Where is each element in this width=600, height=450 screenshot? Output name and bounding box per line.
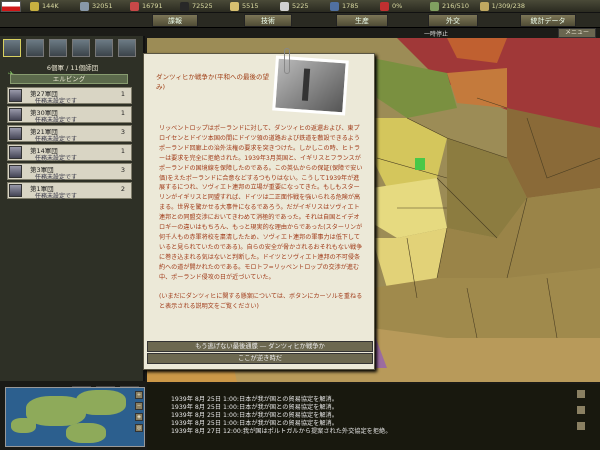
scroll-up-icon[interactable]: [577, 390, 585, 398]
resource-8: 216/510: [430, 1, 475, 11]
tab-statistics[interactable]: 統計データ: [520, 14, 576, 27]
unit-status: 任務未設定です: [35, 98, 78, 105]
unit-row[interactable]: 第14軍団 任務未設定です 1: [7, 144, 132, 162]
resource-7: 0%: [380, 1, 425, 11]
log-entry: 1939年 8月 25日 1:00:日本が我が国との貿易協定を解消。: [171, 396, 338, 403]
resource-4: 5515: [230, 1, 275, 11]
message-log: 1939年 8月 25日 1:00:日本が我が国との貿易協定を解消。 1939年 …: [147, 384, 600, 450]
unit-status: 任務未設定です: [35, 193, 78, 200]
resource-value: 16791: [142, 2, 163, 10]
goto-location-button[interactable]: ここが逆き時だ: [147, 353, 373, 364]
unit-division-count: 2: [120, 185, 125, 193]
metal-icon: [80, 1, 89, 11]
event-option-button[interactable]: もう逃げない最後通牒 ― ダンツィヒか戦争か: [147, 341, 373, 352]
resource-value: 72525: [192, 2, 213, 10]
scroll-track[interactable]: [577, 406, 585, 414]
unit-portrait-icon: [9, 108, 22, 121]
money-icon: [280, 1, 289, 11]
unit-status: 任務未設定です: [35, 174, 78, 181]
unit-status: 任務未設定です: [35, 155, 78, 162]
log-entry: 1939年 8月 25日 1:00:日本が我が国との貿易協定を解消。: [171, 404, 338, 411]
transport-icon: [330, 1, 339, 11]
ship-icon[interactable]: [95, 39, 113, 57]
unit-portrait-icon: [9, 89, 22, 102]
paper-clip-icon: [284, 48, 290, 74]
log-entry: 1939年 8月 25日 1:00:日本が我が国との貿易協定を解消。: [171, 412, 338, 419]
tab-intelligence[interactable]: 諜報: [152, 14, 198, 27]
unit-division-count: 1: [120, 109, 125, 117]
zoom-out-icon[interactable]: −: [135, 402, 143, 410]
unit-row[interactable]: 第1軍団 任務未設定です 2: [7, 182, 132, 200]
minimap[interactable]: [5, 387, 145, 447]
resource-value: 0%: [392, 2, 403, 10]
resource-3: 72525: [180, 1, 225, 11]
unit-row[interactable]: 第3軍団 任務未設定です 3: [7, 163, 132, 181]
resource-5: 5225: [280, 1, 325, 11]
event-title: ダンツィヒか戦争か(平和への最後の望み): [156, 73, 270, 91]
resource-value: 1785: [342, 2, 359, 10]
army-icon[interactable]: [3, 39, 21, 57]
unit-division-count: 3: [120, 128, 125, 136]
scroll-down-icon[interactable]: [577, 422, 585, 430]
resource-0: 144K: [30, 1, 75, 11]
unit-portrait-icon: [9, 165, 22, 178]
air-unit-icon[interactable]: [49, 39, 67, 57]
tab-diplomacy[interactable]: 外交: [428, 14, 478, 27]
leader-icon[interactable]: [118, 39, 136, 57]
resource-9: 1/309/238: [480, 1, 525, 11]
rare-material-icon: [130, 1, 139, 11]
unit-division-count: 3: [120, 166, 125, 174]
manpower-icon: [430, 1, 439, 11]
army-count: 6個軍 / 11個師団: [46, 64, 99, 72]
resource-value: 5225: [292, 2, 309, 10]
naval-unit-icon[interactable]: [72, 39, 90, 57]
unit-row[interactable]: 第21軍団 任務未設定です 3: [7, 125, 132, 143]
pause-indicator[interactable]: 一時停止: [424, 29, 448, 38]
main-menu-bar: 諜報 技術 生産 外交 統計データ: [0, 13, 600, 28]
log-entry: 1939年 8月 27日 12:00:我が国はポルトガルから提案された外交協定を…: [171, 428, 392, 435]
log-entry: 1939年 8月 25日 1:00:日本が我が国との貿易協定を解消。: [171, 420, 338, 427]
event-dialog: ダンツィヒか戦争か(平和への最後の望み) リッベントロップはポーランドに対して、…: [143, 48, 375, 370]
map-mode-icon[interactable]: ◈: [135, 413, 143, 421]
unit-portrait-icon: [9, 127, 22, 140]
tab-technology[interactable]: 技術: [244, 14, 292, 27]
resource-value: 32051: [92, 2, 113, 10]
unit-portrait-icon: [9, 184, 22, 197]
log-scrollbar[interactable]: [577, 390, 585, 440]
resource-2: 16791: [130, 1, 175, 11]
unit-status: 任務未設定です: [35, 136, 78, 143]
resource-value: 144K: [42, 2, 59, 10]
resource-value: 216/510: [442, 2, 470, 10]
resource-bar: 144K 32051 16791 72525 5515 5225 1785 0% 216/510…: [0, 0, 600, 13]
unit-row[interactable]: 第30軍団 任務未設定です 1: [7, 106, 132, 124]
date-icon: [480, 1, 489, 11]
unit-division-count: 1: [120, 90, 125, 98]
resource-value: 1/309/238: [491, 2, 525, 10]
dissent-icon: [380, 1, 389, 11]
unit-portrait-icon: [9, 146, 22, 159]
army-group-header[interactable]: エルビング: [10, 74, 128, 84]
map-filter-icon[interactable]: ◎: [135, 424, 143, 432]
unit-row[interactable]: 第27軍団 任務未設定です 1: [7, 87, 132, 105]
nation-flag[interactable]: [1, 0, 21, 12]
unit-status: 任務未設定です: [35, 117, 78, 124]
oil-icon: [180, 1, 189, 11]
land-unit-icon[interactable]: [26, 39, 44, 57]
resource-value: 5515: [242, 2, 259, 10]
unit-panel: 6個軍 / 11個師団 ✈ エルビング 第27軍団任務未設定です1第30軍団任務…: [0, 36, 145, 401]
supplies-icon: [230, 1, 239, 11]
zoom-in-icon[interactable]: +: [135, 391, 143, 399]
energy-icon: [30, 1, 39, 11]
system-menu-button[interactable]: メニュー: [558, 28, 596, 38]
event-description: リッベントロップはポーランドに対して、ダンツィヒの返還および、東プロイセンとドイ…: [159, 125, 363, 311]
resource-6: 1785: [330, 1, 375, 11]
unit-division-count: 1: [120, 147, 125, 155]
tab-production[interactable]: 生産: [336, 14, 388, 27]
resource-1: 32051: [80, 1, 125, 11]
